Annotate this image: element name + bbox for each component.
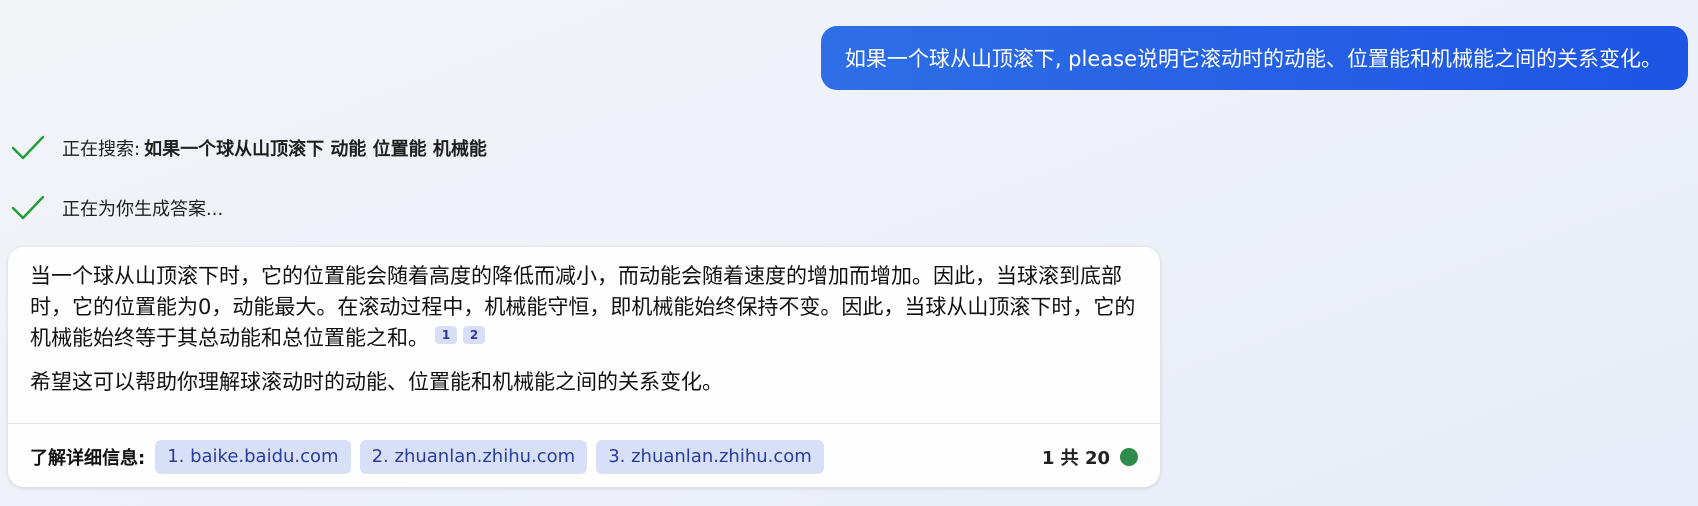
source-link[interactable]: 1. baike.baidu.com	[155, 440, 351, 474]
user-message-text: 如果一个球从山顶滚下, please说明它滚动时的动能、位置能和机械能之间的关系…	[844, 47, 1662, 71]
answer-paragraph: 当一个球从山顶滚下时，它的位置能会随着高度的降低而减小，而动能会随着速度的增加而…	[30, 261, 1138, 354]
divider	[8, 423, 1160, 424]
search-query: 如果一个球从山顶滚下 动能 位置能 机械能	[144, 139, 487, 160]
status-dot	[1120, 448, 1138, 466]
answer-body: 当一个球从山顶滚下时，它的位置能会随着高度的降低而减小，而动能会随着速度的增加而…	[8, 247, 1160, 398]
source-link[interactable]: 2. zhuanlan.zhihu.com	[359, 440, 588, 474]
search-step: 正在搜索: 如果一个球从山顶滚下 动能 位置能 机械能	[10, 133, 487, 163]
citation-badge[interactable]: 2	[463, 326, 485, 344]
answer-card: 当一个球从山顶滚下时，它的位置能会随着高度的降低而减小，而动能会随着速度的增加而…	[8, 247, 1160, 487]
answer-footer: 了解详细信息: 1. baike.baidu.com 2. zhuanlan.z…	[30, 439, 1138, 475]
checkmark-icon	[11, 135, 45, 160]
citation-badge[interactable]: 1	[435, 326, 457, 344]
step-label: 正在为你生成答案...	[62, 199, 224, 220]
user-message-bubble: 如果一个球从山顶滚下, please说明它滚动时的动能、位置能和机械能之间的关系…	[820, 26, 1688, 90]
generating-step: 正在为你生成答案...	[10, 193, 223, 223]
answer-paragraph-text: 当一个球从山顶滚下时，它的位置能会随着高度的降低而减小，而动能会随着速度的增加而…	[30, 264, 1136, 350]
response-counter: 1 共 20	[1041, 448, 1110, 469]
checkmark-icon	[11, 195, 45, 220]
answer-paragraph: 希望这可以帮助你理解球滚动时的动能、位置能和机械能之间的关系变化。	[30, 370, 723, 394]
source-link[interactable]: 3. zhuanlan.zhihu.com	[596, 440, 824, 474]
learn-more-label: 了解详细信息:	[30, 448, 146, 469]
step-prefix: 正在搜索:	[62, 139, 141, 160]
